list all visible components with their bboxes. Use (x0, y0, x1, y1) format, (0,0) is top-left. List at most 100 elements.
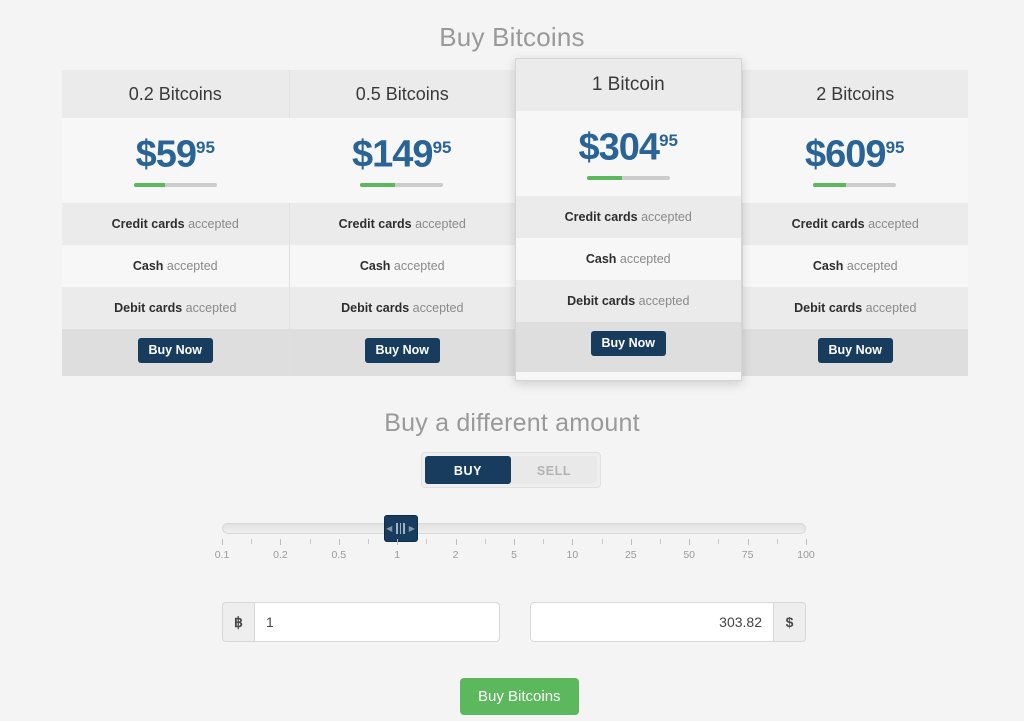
buy-now-button[interactable]: Buy Now (137, 337, 213, 363)
slider-tick-major (222, 539, 223, 545)
feature-rest: accepted (843, 258, 898, 273)
toggle-sell-button[interactable]: SELL (511, 456, 597, 484)
page-title: Buy Bitcoins (439, 22, 585, 53)
slider-tick-minor (776, 539, 778, 544)
feature-rest: accepted (411, 216, 466, 231)
plan-progress-fill (360, 182, 396, 187)
slider-tick-minor (543, 539, 545, 544)
slider-tick-major (455, 539, 457, 545)
plan-feature-0: Credit cards accepted (741, 202, 968, 245)
plan-feature-1: Cash accepted (516, 237, 741, 280)
grip-icon (396, 523, 405, 534)
plan-feature-2: Debit cards accepted (741, 286, 968, 329)
buy-bitcoins-page: Buy Bitcoins 0.2 Bitcoins $5995 Credit c… (0, 0, 1024, 721)
pricing-card-2-featured: 1 Bitcoin $30495 Credit cards accepted C… (515, 58, 742, 381)
bitcoin-symbol-icon: ฿ (222, 602, 254, 642)
slider-tick-label: 50 (683, 549, 696, 561)
different-amount-title: Buy a different amount (384, 408, 640, 437)
plan-title: 0.2 Bitcoins (62, 70, 289, 118)
plan-progress-fill (813, 182, 847, 187)
price-cents: 95 (195, 138, 215, 157)
chevron-right-icon: ▶ (408, 523, 415, 533)
slider-tick-minor (368, 539, 369, 544)
plan-footer: Buy Now (741, 328, 968, 376)
slider-tick-major (397, 539, 399, 545)
pricing-card-1: 0.5 Bitcoins $14995 Credit cards accepte… (288, 70, 516, 376)
plan-footer: Buy Now (516, 321, 741, 372)
slider-tick-label: 0.1 (214, 549, 230, 561)
feature-strong: Cash (359, 258, 391, 273)
toggle-buy-button[interactable]: BUY (425, 456, 511, 484)
plan-title: 2 Bitcoins (741, 70, 968, 118)
chevron-left-icon: ◀ (386, 523, 393, 533)
price-cents: 95 (659, 131, 678, 150)
slider-handle[interactable]: ◀ ▶ (383, 515, 418, 542)
plan-price: $14995 (289, 127, 516, 176)
feature-rest: accepted (184, 216, 239, 231)
price-amount: $304 (578, 126, 661, 169)
btc-amount-input[interactable] (254, 602, 500, 642)
buy-now-button[interactable]: Buy Now (590, 330, 666, 356)
amount-slider: ◀ ▶ 0.1 0.2 0.5 1 2 5 10 25 50 75 100 (215, 515, 815, 565)
slider-tick-major (514, 539, 515, 545)
plan-progress-bar (813, 182, 897, 187)
slider-track[interactable]: ◀ ▶ (222, 515, 806, 542)
feature-rest: accepted (864, 216, 919, 231)
plan-progress-bar (133, 182, 217, 187)
buy-bitcoins-submit-button[interactable]: Buy Bitcoins (460, 678, 579, 715)
plan-title: 1 Bitcoin (516, 59, 741, 111)
plan-progress-bar (360, 182, 444, 187)
plan-progress-fill (586, 175, 622, 180)
slider-tick-minor (484, 539, 486, 544)
amount-inputs: ฿ $ (222, 602, 806, 642)
price-cents: 95 (432, 138, 452, 157)
feature-rest: accepted (862, 300, 917, 315)
feature-strong: Credit cards (791, 216, 865, 231)
buy-sell-toggle: BUY SELL (421, 452, 601, 488)
plan-feature-0: Credit cards accepted (516, 195, 741, 238)
feature-strong: Debit cards (114, 300, 183, 315)
slider-tick-label: 0.5 (331, 549, 347, 561)
slider-tick-major (747, 539, 749, 545)
slider-tick-label: 5 (511, 549, 517, 561)
plan-price-box: $14995 (288, 118, 516, 203)
price-amount: $59 (135, 133, 197, 176)
usd-amount-input[interactable] (530, 602, 774, 642)
slider-tick-major (630, 539, 632, 545)
feature-strong: Debit cards (567, 293, 636, 308)
plan-feature-1: Cash accepted (741, 244, 968, 287)
feature-strong: Cash (812, 258, 844, 273)
price-amount: $149 (352, 133, 434, 176)
plan-price-box: $60995 (741, 118, 968, 203)
slider-tick-label: 25 (624, 549, 637, 561)
feature-strong: Credit cards (564, 209, 638, 224)
feature-rest: accepted (182, 300, 237, 315)
slider-tick-major (689, 539, 691, 545)
slider-tick-minor (426, 539, 428, 544)
feature-rest: accepted (616, 251, 671, 266)
price-cents: 95 (885, 138, 905, 157)
slider-tick-major (338, 539, 340, 545)
plan-price-box: $30495 (516, 111, 741, 196)
plan-feature-2: Debit cards accepted (288, 286, 515, 329)
plan-feature-1: Cash accepted (62, 244, 289, 287)
slider-ticks: 0.1 0.2 0.5 1 2 5 10 25 50 75 100 (215, 539, 815, 565)
buy-now-button[interactable]: Buy Now (364, 337, 440, 363)
slider-tick-minor (309, 539, 311, 544)
slider-tick-label: 75 (741, 549, 754, 561)
plan-feature-2: Debit cards accepted (62, 286, 289, 329)
feature-rest: accepted (163, 258, 218, 273)
feature-strong: Debit cards (794, 300, 863, 315)
slider-tick-major (806, 539, 807, 545)
plan-feature-1: Cash accepted (288, 244, 515, 287)
plan-progress-fill (133, 182, 166, 187)
feature-rest: accepted (635, 293, 690, 308)
plan-title: 0.5 Bitcoins (288, 70, 515, 118)
pricing-card-0: 0.2 Bitcoins $5995 Credit cards accepted… (62, 70, 289, 376)
buy-now-button[interactable]: Buy Now (817, 337, 893, 363)
plan-progress-bar (586, 175, 670, 180)
feature-rest: accepted (409, 300, 464, 315)
pricing-table: 0.2 Bitcoins $5995 Credit cards accepted… (62, 58, 968, 381)
slider-tick-label: 100 (797, 549, 815, 561)
slider-tick-minor (251, 539, 253, 544)
